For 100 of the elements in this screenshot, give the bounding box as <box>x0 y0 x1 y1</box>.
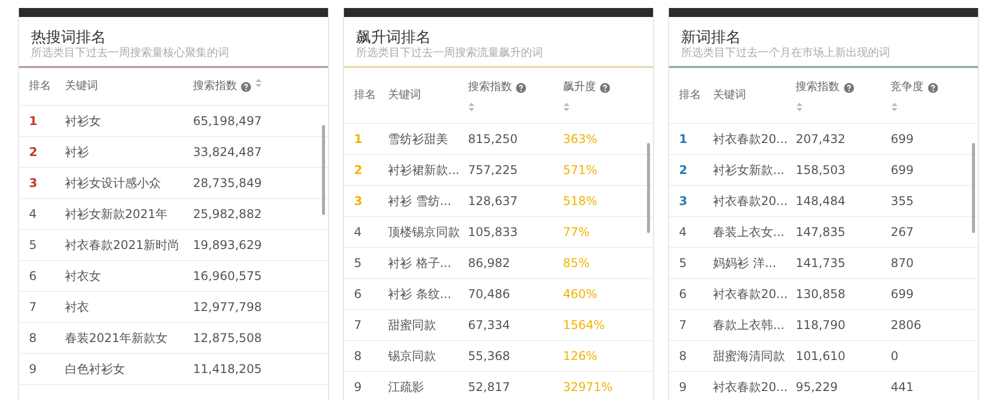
column-header[interactable]: 搜索指数 <box>792 68 887 124</box>
scrollbar[interactable] <box>322 125 325 215</box>
table-cell: 16,960,575 <box>189 260 328 292</box>
table-cell: 衬衫女 <box>61 105 189 136</box>
column-header[interactable]: 搜索指数 <box>189 68 328 106</box>
table-cell: 12,875,508 <box>189 322 328 354</box>
table-cell: 85% <box>559 247 653 278</box>
sort-icon[interactable] <box>468 102 475 112</box>
rank-number: 6 <box>344 278 384 310</box>
table-cell: 衬衫 格子... <box>384 247 464 278</box>
rank-number: 1 <box>669 123 709 154</box>
table-cell: 衬衣春款20... <box>709 123 792 154</box>
scrollbar[interactable] <box>647 143 650 233</box>
rank-number: 4 <box>19 198 61 230</box>
table-cell: 699 <box>886 278 978 310</box>
column-header: 排名 <box>19 68 61 106</box>
rank-number: 3 <box>19 167 61 198</box>
table-cell: 衬衫女新款2021年 <box>61 198 189 230</box>
rank-number: 2 <box>344 154 384 186</box>
sort-icon[interactable] <box>255 78 262 88</box>
help-icon[interactable] <box>241 82 251 92</box>
rank-number: 8 <box>669 340 709 372</box>
panel-subtitle: 所选类目下过去一周搜索量核心聚集的词 <box>31 46 230 60</box>
rank-number: 5 <box>19 229 61 260</box>
table-cell: 衬衣 <box>61 291 189 322</box>
table-cell: 141,735 <box>792 247 887 278</box>
table-cell: 441 <box>886 371 978 400</box>
table-cell: 815,250 <box>464 123 559 154</box>
panel-title: 飙升词排名 <box>356 28 432 46</box>
rank-number: 9 <box>344 371 384 400</box>
table-cell: 雪纺衫甜美 <box>384 123 464 154</box>
table-cell: 67,334 <box>464 309 559 340</box>
table-cell: 衬衫 条纹... <box>384 278 464 310</box>
rank-number: 3 <box>344 185 384 216</box>
table-cell: 衬衫 <box>61 136 189 168</box>
table-cell: 衬衫女设计感小众 <box>61 167 189 198</box>
rank-number: 2 <box>669 154 709 186</box>
table-cell: 105,833 <box>464 216 559 248</box>
rank-number: 1 <box>344 123 384 154</box>
table-cell: 70,486 <box>464 278 559 310</box>
table-cell: 甜蜜海清同款 <box>709 340 792 372</box>
column-header[interactable]: 飙升度 <box>559 68 653 124</box>
help-icon[interactable] <box>516 82 526 93</box>
table-cell: 1564% <box>559 309 653 340</box>
column-header[interactable]: 搜索指数 <box>464 68 559 124</box>
table-cell: 870 <box>886 247 978 278</box>
table-cell: 衬衣女 <box>61 260 189 292</box>
table-cell: 32971% <box>559 371 653 400</box>
rank-number: 3 <box>669 185 709 216</box>
panel-title: 新词排名 <box>681 28 742 46</box>
column-header: 关键词 <box>709 68 792 124</box>
sort-icon[interactable] <box>796 102 803 112</box>
table-cell: 19,893,629 <box>189 229 328 260</box>
rank-number: 2 <box>19 136 61 168</box>
table-cell: 衬衣春款20... <box>709 371 792 400</box>
rank-number: 7 <box>669 309 709 340</box>
column-header: 关键词 <box>61 68 189 106</box>
rank-number: 6 <box>669 278 709 310</box>
table-cell: 2806 <box>886 309 978 340</box>
sort-icon[interactable] <box>563 102 570 112</box>
table-cell: 11,418,205 <box>189 353 328 384</box>
table-cell: 衬衫女新款... <box>709 154 792 186</box>
rank-number: 8 <box>344 340 384 372</box>
table-cell: 甜蜜同款 <box>384 309 464 340</box>
table-cell: 白色衬衫女 <box>61 353 189 384</box>
table-cell: 春装上衣女... <box>709 216 792 248</box>
table-cell: 衬衣春款20... <box>709 185 792 216</box>
rank-number: 7 <box>19 291 61 322</box>
column-header[interactable]: 竞争度 <box>886 68 978 124</box>
column-header: 排名 <box>344 68 384 124</box>
rank-number: 4 <box>669 216 709 248</box>
rank-number: 6 <box>19 260 61 292</box>
table-cell: 衬衣春款20... <box>709 278 792 310</box>
table-cell: 207,432 <box>792 123 887 154</box>
table-cell: 衬衫裙新款... <box>384 154 464 186</box>
scrollbar[interactable] <box>972 143 975 233</box>
table-cell: 757,225 <box>464 154 559 186</box>
table-cell: 江疏影 <box>384 371 464 400</box>
help-icon[interactable] <box>928 82 938 93</box>
table-cell: 95,229 <box>792 371 887 400</box>
table-cell: 顶楼锡京同款 <box>384 216 464 248</box>
panel-subtitle: 所选类目下过去一个月在市场上新出现的词 <box>681 46 891 60</box>
table-cell: 148,484 <box>792 185 887 216</box>
table-cell: 128,637 <box>464 185 559 216</box>
rank-number: 9 <box>19 353 61 384</box>
table-cell: 0 <box>886 340 978 372</box>
table-cell: 春装2021年新款女 <box>61 322 189 354</box>
table-cell: 118,790 <box>792 309 887 340</box>
help-icon[interactable] <box>600 82 610 93</box>
rank-number: 8 <box>19 322 61 354</box>
rank-number: 1 <box>19 105 61 136</box>
table-cell: 130,858 <box>792 278 887 310</box>
column-header: 排名 <box>669 68 709 124</box>
panel-title: 热搜词排名 <box>31 28 107 46</box>
help-icon[interactable] <box>844 82 854 93</box>
sort-icon[interactable] <box>890 102 898 112</box>
rank-number: 7 <box>344 309 384 340</box>
rank-number: 5 <box>344 247 384 278</box>
table-cell: 12,977,798 <box>189 291 328 322</box>
table-cell: 158,503 <box>792 154 887 186</box>
